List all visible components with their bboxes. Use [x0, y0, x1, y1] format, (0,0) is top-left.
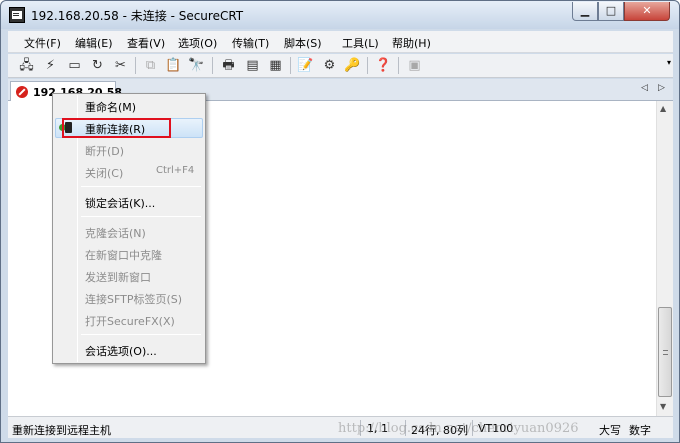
quick-connect-icon[interactable]: ⚡: [42, 57, 59, 74]
menu-item-clone-session[interactable]: 克隆会话(N): [55, 222, 203, 242]
menu-tools[interactable]: 工具(L): [342, 35, 379, 51]
close-button[interactable]: ✕: [624, 2, 670, 21]
menu-item-label: 会话选项(O)...: [85, 345, 157, 358]
securecrt-app-icon[interactable]: [9, 7, 25, 23]
toolbar-overflow-icon[interactable]: ▾: [667, 58, 671, 67]
menu-item-label: 关闭(C): [85, 167, 124, 180]
connect-icon[interactable]: 🖧: [18, 57, 35, 74]
toolbar-separator: [135, 57, 136, 74]
title-bar[interactable]: 192.168.20.58 - 未连接 - SecureCRT ▁ □ ✕: [1, 1, 679, 29]
find-icon[interactable]: 🔭: [188, 57, 205, 74]
menu-item-label: 连接SFTP标签页(S): [85, 293, 183, 306]
menu-item-rename[interactable]: 重命名(M): [55, 96, 203, 116]
help-icon[interactable]: ❓: [375, 57, 392, 74]
toolbar-separator: [212, 57, 213, 74]
menu-item-lock-session[interactable]: 锁定会话(K)...: [55, 192, 203, 212]
menu-edit[interactable]: 编辑(E): [75, 35, 113, 51]
toolbar-separator: [398, 57, 399, 74]
menu-item-label: 克隆会话(N): [85, 227, 146, 240]
tab-scroll-right-icon[interactable]: ▷: [658, 83, 665, 93]
caps-lock-indicator: 大写: [599, 424, 621, 437]
menu-item-connect-sftp-tab[interactable]: 连接SFTP标签页(S): [55, 288, 203, 308]
menu-script[interactable]: 脚本(S): [284, 35, 322, 51]
disconnected-status-icon: [16, 86, 28, 98]
toolbar: 🖧 ⚡ ▭ ↻ ✂ ⧉ 📋 🔭 🖶 ▤ ▦ 📝 ⚙ 🔑 ❓ ▣ ▾: [8, 54, 673, 78]
menu-item-open-securefx[interactable]: 打开SecureFX(X): [55, 310, 203, 330]
menu-view[interactable]: 查看(V): [127, 35, 165, 51]
menu-item-session-options[interactable]: 会话选项(O)...: [55, 340, 203, 360]
menu-item-label: 发送到新窗口: [85, 271, 151, 284]
scrollbar-grip-icon: [663, 350, 668, 355]
menu-item-label: 重命名(M): [85, 101, 137, 114]
menu-separator: [81, 334, 201, 335]
menu-separator: [81, 216, 201, 217]
scroll-down-icon[interactable]: ▼: [660, 402, 666, 411]
toolbar-separator: [290, 57, 291, 74]
annotation-highlight-box: [62, 118, 171, 138]
menu-transfer[interactable]: 传输(T): [232, 35, 269, 51]
menu-item-label: 锁定会话(K)...: [85, 197, 156, 210]
status-message: 重新连接到远程主机: [12, 424, 111, 437]
menu-item-disconnect[interactable]: 断开(D): [55, 140, 203, 160]
menu-item-shortcut: Ctrl+F4: [156, 165, 195, 176]
menu-item-send-to-new-window[interactable]: 发送到新窗口: [55, 266, 203, 286]
menu-help[interactable]: 帮助(H): [392, 35, 431, 51]
key-icon[interactable]: 🔑: [344, 57, 361, 74]
vertical-scrollbar[interactable]: ▲ ▼: [656, 101, 673, 416]
scroll-up-icon[interactable]: ▲: [660, 104, 666, 113]
menu-item-label: 断开(D): [85, 145, 125, 158]
scrollbar-thumb[interactable]: [658, 307, 672, 397]
toolbar-separator: [367, 57, 368, 74]
menu-item-close[interactable]: 关闭(C) Ctrl+F4: [55, 162, 203, 182]
menu-item-label: 在新窗口中克隆: [85, 249, 162, 262]
status-bar: 重新连接到远程主机 1, 1 24行, 80列 VT100 http://blo…: [8, 416, 673, 438]
tab-scroll-left-icon[interactable]: ◁: [641, 83, 648, 93]
print-icon[interactable]: 🖶: [220, 57, 237, 74]
menu-item-label: 打开SecureFX(X): [85, 315, 175, 328]
connect-in-tab-icon[interactable]: ▭: [66, 57, 83, 74]
reconnect-icon[interactable]: ↻: [89, 57, 106, 74]
copy-icon[interactable]: ⧉: [142, 57, 159, 74]
disconnect-icon[interactable]: ✂: [112, 57, 129, 74]
num-lock-indicator: 数字: [629, 424, 651, 437]
menu-file[interactable]: 文件(F): [24, 35, 61, 51]
paste-icon[interactable]: 📋: [165, 57, 182, 74]
blog-watermark: http://blog.csdn.net/chenriyuan0926: [338, 421, 579, 436]
keymap-icon[interactable]: ▣: [406, 57, 423, 74]
print-setup-icon[interactable]: ▦: [267, 57, 284, 74]
maximize-button[interactable]: □: [598, 2, 624, 21]
minimize-button[interactable]: ▁: [572, 2, 598, 21]
menu-options[interactable]: 选项(O): [178, 35, 217, 51]
print-selection-icon[interactable]: ▤: [244, 57, 261, 74]
global-options-icon[interactable]: ⚙: [321, 57, 338, 74]
menu-item-clone-new-window[interactable]: 在新窗口中克隆: [55, 244, 203, 264]
menu-bar: 文件(F) 编辑(E) 查看(V) 选项(O) 传输(T) 脚本(S) 工具(L…: [8, 31, 673, 53]
window-title: 192.168.20.58 - 未连接 - SecureCRT: [31, 9, 244, 23]
menu-separator: [81, 186, 201, 187]
session-options-icon[interactable]: 📝: [297, 57, 314, 74]
